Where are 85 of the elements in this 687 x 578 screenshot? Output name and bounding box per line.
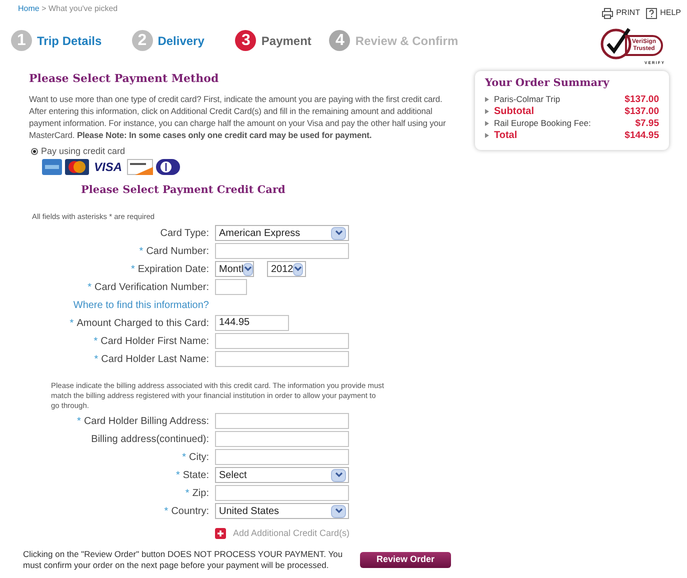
dropdown-arrow-icon	[331, 468, 346, 482]
dropdown-arrow-icon	[331, 504, 346, 518]
breadcrumb-link[interactable]: Home	[18, 4, 40, 13]
required-asterisk: *	[185, 488, 190, 498]
summary-amount: $137.00	[624, 104, 659, 119]
required-asterisk: *	[130, 264, 135, 274]
field-label: Zip:	[192, 488, 209, 498]
input-field[interactable]	[215, 351, 349, 367]
input-field[interactable]	[215, 485, 349, 501]
step-number: 2	[132, 30, 153, 51]
bullet-icon	[485, 133, 489, 138]
card-logo-icon	[127, 159, 154, 175]
radio-label: Pay using credit card	[41, 144, 126, 158]
printer-icon	[602, 8, 614, 18]
field-label: Amount Charged to this Card:	[76, 318, 209, 328]
year-dropdown[interactable]: 2012	[267, 261, 306, 277]
required-asterisk: *	[88, 282, 92, 292]
field-label: City:	[189, 452, 209, 462]
bullet-icon	[485, 97, 489, 102]
required-asterisk: *	[77, 416, 81, 426]
step-label[interactable]: Trip Details	[37, 32, 102, 50]
input-field[interactable]	[215, 333, 349, 349]
field-label: Card Type:	[160, 228, 209, 238]
dropdown-arrow-icon	[243, 262, 254, 276]
dropdown[interactable]: Select	[215, 467, 349, 483]
input-field[interactable]: 144.95	[215, 315, 289, 331]
intro-paragraph: Want to use more than one type of credit card? First, indicate the amount you are paying with the first credit card. After entering this information, click on Additional Credit Card(s) and fill in the remaining amount and additional payment information. For instance, you can charge half the amount on your Visa and pay the other half using your MasterCard. Please Note: In some cases only one credit card may be used for payment.	[29, 92, 447, 140]
summary-label: Total	[494, 129, 518, 144]
summary-amount: $7.95	[635, 116, 659, 131]
field-label: Card Verification Number:	[94, 282, 209, 292]
required-asterisk: *	[139, 246, 144, 256]
dropdown[interactable]: American Express	[215, 225, 349, 241]
field-label: Card Number:	[146, 246, 209, 256]
card-logo-icon	[65, 159, 89, 175]
step-label: Review & Confirm	[355, 32, 458, 50]
field-label: Card Holder Billing Address:	[84, 416, 209, 426]
input-field[interactable]	[215, 431, 349, 447]
step-label[interactable]: Delivery	[158, 32, 204, 50]
required-asterisk: *	[94, 336, 98, 346]
input-field[interactable]	[215, 243, 349, 259]
step-number: 3	[235, 30, 256, 51]
input-field[interactable]	[215, 449, 349, 465]
summary-label: Subtotal	[494, 105, 534, 120]
dropdown[interactable]: United States	[215, 503, 349, 519]
section-heading: Please Select Payment Method	[29, 71, 220, 87]
breadcrumb-separator: >	[40, 4, 48, 13]
help-link[interactable]: HELP	[646, 7, 681, 19]
review-order-button[interactable]: Review Order	[360, 552, 451, 568]
step-number: 4	[329, 30, 350, 51]
print-link[interactable]: PRINT	[602, 7, 640, 19]
field-label: Country:	[171, 506, 209, 516]
required-asterisk: *	[70, 318, 74, 328]
help-icon	[646, 8, 658, 18]
bullet-icon	[485, 109, 489, 114]
month-dropdown[interactable]: Montl	[215, 261, 254, 277]
required-asterisk: *	[182, 452, 186, 462]
summary-label: Paris-Colmar Trip	[494, 93, 560, 106]
step-number: 1	[11, 30, 32, 51]
summary-amount: $137.00	[624, 92, 659, 107]
required-asterisk: *	[164, 506, 168, 516]
required-asterisk: *	[176, 470, 180, 480]
required-asterisk: *	[94, 354, 98, 364]
help-link[interactable]: Where to find this information?	[73, 298, 209, 312]
footer-note: Clicking on the "Review Order" button DOES NOT PROCESS YOUR PAYMENT. You must confirm your order on the next page before your payment will be processed.	[23, 548, 344, 570]
field-label: Card Holder First Name:	[100, 336, 209, 346]
summary-label: Rail Europe Booking Fee:	[494, 117, 591, 130]
dropdown-arrow-icon	[293, 262, 304, 276]
radio-button[interactable]	[31, 148, 38, 155]
card-logo-icon	[42, 159, 62, 175]
field-label: Expiration Date:	[138, 264, 209, 274]
card-logo-icon	[156, 159, 180, 175]
field-label: State:	[182, 470, 209, 480]
summary-amount: $144.95	[624, 128, 659, 143]
section-heading: Please Select Payment Credit Card	[81, 183, 286, 198]
bullet-icon	[485, 121, 489, 126]
field-label: Card Holder Last Name:	[101, 354, 209, 364]
summary-heading: Your Order Summary	[485, 76, 610, 91]
breadcrumb-current: What you've picked	[48, 4, 118, 13]
step-label: Payment	[261, 32, 312, 50]
add-icon	[215, 528, 226, 540]
visa-logo: VISA	[93, 159, 124, 175]
input-field[interactable]	[215, 413, 349, 429]
input-field[interactable]	[215, 279, 247, 295]
field-label: Billing address(continued):	[91, 434, 209, 444]
dropdown-arrow-icon	[331, 226, 346, 240]
